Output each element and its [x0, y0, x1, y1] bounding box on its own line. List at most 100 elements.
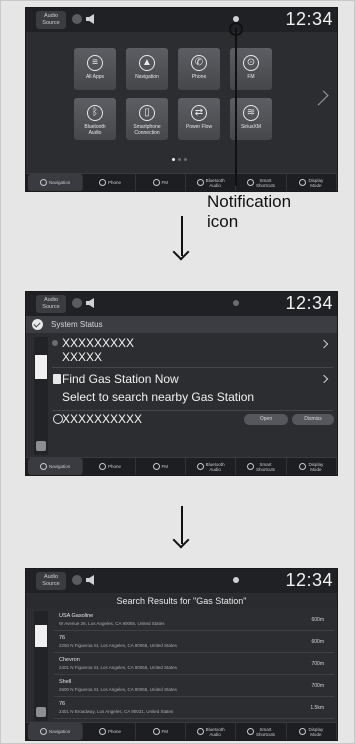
shortcut-navigation[interactable]: Navigation	[28, 174, 84, 191]
navigation-icon	[40, 179, 47, 186]
shortcut-label: Display Mode	[308, 177, 324, 188]
tile-power-flow[interactable]: ⇄ Power Flow	[178, 98, 220, 140]
shortcut-fm[interactable]: FM	[136, 723, 186, 740]
shortcut-label: Navigation	[49, 180, 71, 185]
notification-icon[interactable]	[233, 577, 239, 583]
audio-source-button[interactable]: Audio Source	[36, 572, 66, 590]
tile-smartphone-connection[interactable]: ▯ Smartphone Connection	[126, 98, 168, 140]
message-body: XXXXX	[62, 350, 103, 364]
down-arrow-icon	[181, 216, 183, 256]
shortcut-label: Phone	[107, 464, 121, 469]
shortcut-bluetooth-audio[interactable]: Bluetooth Audio	[186, 174, 237, 191]
shortcut-smart-shortcuts[interactable]: Smart Shortcuts	[236, 723, 287, 740]
navigation-icon: ▲	[139, 55, 155, 71]
shortcut-display-mode[interactable]: Display Mode	[287, 458, 337, 475]
phone-icon	[98, 179, 106, 186]
phone-icon: ✆	[191, 55, 207, 71]
callout-line2: icon	[207, 212, 239, 231]
scroll-thumb[interactable]	[35, 355, 47, 379]
display-mode-icon	[299, 728, 307, 735]
search-results-screen: Audio Source 12:34 Search Results for "G…	[25, 568, 338, 741]
result-distance: 700m	[311, 683, 324, 689]
shortcut-bluetooth-audio[interactable]: Bluetooth Audio	[186, 458, 237, 475]
message-title: Find Gas Station Now	[62, 372, 179, 386]
open-button[interactable]: Open	[244, 414, 288, 425]
tile-bluetooth-audio[interactable]: ᛒ Bluetooth Audio	[74, 98, 116, 140]
clock: 12:34	[285, 293, 333, 313]
audio-source-button[interactable]: Audio Source	[36, 11, 66, 29]
scrollbar[interactable]	[34, 611, 48, 721]
system-status-screen: Audio Source 12:34 System Status XXXXXXX…	[25, 291, 338, 476]
siriusxm-icon: ≋	[243, 105, 259, 121]
shortcut-display-mode[interactable]: Display Mode	[287, 723, 337, 740]
chevron-right-icon[interactable]	[319, 339, 329, 349]
notification-item-3[interactable]: XXXXXXXXXX	[62, 412, 142, 426]
notification-icon[interactable]	[233, 300, 239, 306]
shortcut-smart-shortcuts[interactable]: Smart Shortcuts	[236, 174, 287, 191]
display-mode-icon	[299, 179, 307, 186]
scrollbar[interactable]	[34, 337, 48, 455]
status-bar: Audio Source 12:34	[26, 8, 337, 32]
bottom-shortcut-bar: Navigation Phone FM Bluetooth Audio Smar…	[26, 173, 337, 191]
volume-icon	[86, 14, 94, 24]
chevron-right-icon[interactable]	[319, 374, 329, 384]
page-indicator	[172, 158, 187, 161]
shortcut-label: Smart Shortcuts	[255, 726, 275, 737]
result-distance: 1.5km	[310, 705, 324, 711]
shortcut-smart-shortcuts[interactable]: Smart Shortcuts	[236, 458, 287, 475]
source-icon	[72, 14, 82, 24]
result-address: 2600 N Figueroa St, Los Angeles, CA 9006…	[59, 687, 177, 692]
audio-source-button[interactable]: Audio Source	[36, 295, 66, 313]
result-row[interactable]: 76 2250 N Figueroa St, Los Angeles, CA 9…	[54, 633, 334, 653]
fm-radio-icon	[152, 728, 160, 735]
tile-label: Smartphone Connection	[133, 124, 161, 136]
bluetooth-icon	[196, 728, 204, 735]
tile-label: Phone	[191, 74, 207, 80]
tile-navigation[interactable]: ▲ Navigation	[126, 48, 168, 90]
callout-line1: Notification	[207, 192, 292, 211]
phone-icon	[98, 463, 106, 470]
result-row[interactable]: Chevron 2401 N Figueroa St, Los Angeles,…	[54, 655, 334, 675]
smartphone-icon: ▯	[139, 105, 155, 121]
clock: 12:34	[285, 9, 333, 29]
volume-icon	[86, 575, 94, 585]
shortcut-phone[interactable]: Phone	[85, 174, 136, 191]
shortcut-fm[interactable]: FM	[136, 174, 186, 191]
power-flow-icon: ⇄	[191, 105, 207, 121]
shortcut-navigation[interactable]: Navigation	[28, 458, 84, 475]
shortcut-phone[interactable]: Phone	[85, 723, 136, 740]
smart-shortcuts-icon	[246, 179, 254, 186]
result-row[interactable]: Shell 2600 N Figueroa St, Los Angeles, C…	[54, 677, 334, 697]
dismiss-button[interactable]: Dismiss	[292, 414, 334, 425]
tile-phone[interactable]: ✆ Phone	[178, 48, 220, 90]
result-name: 76	[59, 701, 66, 707]
shortcut-label: Navigation	[49, 464, 71, 469]
system-status-header: System Status	[26, 316, 337, 333]
result-row[interactable]: 76 2401 N Broadway, Los Angeles, CA 9003…	[54, 699, 334, 719]
fm-radio-icon: ⊙	[243, 55, 259, 71]
clock: 12:34	[285, 570, 333, 590]
result-distance: 600m	[311, 639, 324, 645]
bluetooth-icon: ᛒ	[87, 105, 103, 121]
notification-item-gas[interactable]: Find Gas Station Now Select to search ne…	[62, 372, 254, 404]
shortcut-display-mode[interactable]: Display Mode	[287, 174, 337, 191]
navigation-icon	[40, 463, 47, 470]
shortcut-fm[interactable]: FM	[136, 458, 186, 475]
smart-shortcuts-icon	[246, 728, 254, 735]
shortcut-phone[interactable]: Phone	[85, 458, 136, 475]
scroll-thumb[interactable]	[35, 625, 47, 647]
fm-radio-icon	[152, 179, 160, 186]
shortcut-navigation[interactable]: Navigation	[28, 723, 84, 740]
check-icon	[32, 319, 43, 330]
manual-figure: Audio Source 12:34 ≡ All Apps ▲ Navigati…	[0, 0, 355, 744]
scroll-down-icon[interactable]	[36, 441, 46, 451]
shortcut-label: Bluetooth Audio	[205, 461, 225, 472]
result-row[interactable]: USA Gasoline W Avenue 26, Los Angeles, C…	[54, 611, 334, 631]
notification-item-1[interactable]: XXXXXXXXX XXXXX	[62, 336, 134, 364]
scroll-down-icon[interactable]	[36, 707, 46, 717]
next-page-chevron-icon[interactable]	[313, 90, 329, 106]
source-icon	[72, 298, 82, 308]
shortcut-bluetooth-audio[interactable]: Bluetooth Audio	[186, 723, 237, 740]
fm-radio-icon	[152, 463, 160, 470]
tile-all-apps[interactable]: ≡ All Apps	[74, 48, 116, 90]
